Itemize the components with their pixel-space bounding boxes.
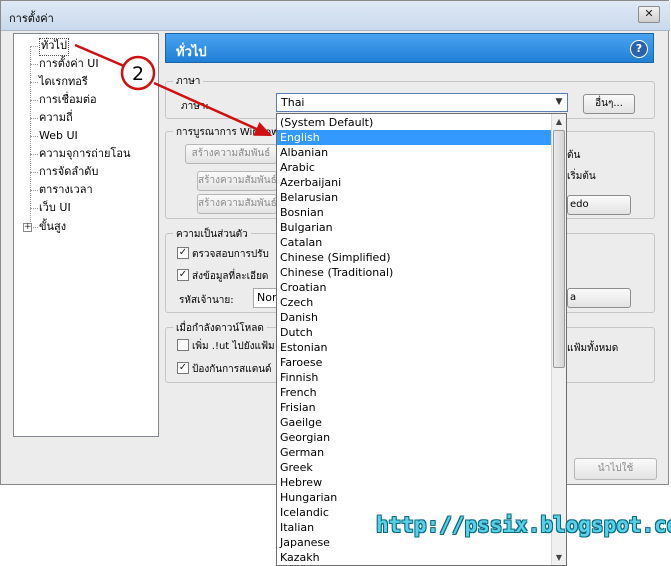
language-option[interactable]: Japanese — [277, 535, 552, 550]
associate-button-1[interactable]: สร้างความสัมพันธ์ — [185, 144, 277, 164]
download-group-title: เมื่อกำลังดาวน์โหลด — [173, 321, 267, 336]
scroll-up-icon[interactable]: ▲ — [552, 114, 566, 129]
tree-connector — [30, 46, 31, 228]
tree-item-ui-settings[interactable]: การตั้งค่า UI — [39, 56, 99, 72]
send-details-label: ส่งข้อมูลที่ละเอียด — [192, 271, 269, 282]
section-title: ทั่วไป — [176, 45, 207, 60]
language-option[interactable]: Estonian — [277, 340, 552, 355]
tree-connector — [30, 100, 38, 101]
help-icon[interactable]: ? — [630, 40, 648, 58]
expand-icon[interactable]: + — [23, 223, 32, 232]
associate-button-2[interactable]: สร้างความสัมพันธ์ — [197, 171, 277, 191]
tree-connector — [30, 154, 38, 155]
window-title: การตั้งค่า — [9, 12, 54, 25]
language-option[interactable]: Frisian — [277, 400, 552, 415]
check-updates-label: ตรวจสอบการปรับ — [192, 249, 269, 260]
apply-button[interactable]: นำไปใช้ — [574, 458, 657, 480]
language-option[interactable]: Chinese (Simplified) — [277, 250, 552, 265]
language-option[interactable]: Croatian — [277, 280, 552, 295]
append-ut-label: เพิ่ม .!ut ไปยังแฟ้ม — [192, 341, 275, 352]
tree-item-scheduler[interactable]: ตารางเวลา — [39, 182, 93, 198]
language-option[interactable]: Chinese (Traditional) — [277, 265, 552, 280]
language-option[interactable]: Faroese — [277, 355, 552, 370]
language-option[interactable]: Bulgarian — [277, 220, 552, 235]
tree-item-general[interactable]: ทั่วไป — [39, 38, 69, 56]
tree-item-transfer-cap[interactable]: ความจุการถ่ายโอน — [39, 146, 130, 162]
chevron-down-icon[interactable]: ▼ — [551, 94, 567, 111]
watermark-url: http://pssix.blogspot.com — [376, 513, 671, 537]
language-option[interactable]: Belarusian — [277, 190, 552, 205]
language-option[interactable]: English — [277, 130, 552, 145]
all-files-text: แฟ้มทั้งหมด — [567, 343, 619, 354]
windows-integration-title: การบูรณาการ Windows — [173, 125, 288, 140]
tree-item-web-ui[interactable]: Web UI — [39, 128, 78, 144]
tree-connector — [30, 136, 38, 137]
tree-connector — [30, 82, 38, 83]
language-option[interactable]: Hebrew — [277, 475, 552, 490]
tree-connector — [30, 190, 38, 191]
language-option[interactable]: Greek — [277, 460, 552, 475]
check-updates-checkbox[interactable]: ✓ — [177, 247, 189, 259]
tree-item-connection[interactable]: การเชื่อมต่อ — [39, 92, 97, 108]
startup-text: ต้น — [567, 150, 581, 161]
language-option[interactable]: Czech — [277, 295, 552, 310]
language-option[interactable]: French — [277, 385, 552, 400]
title-bar: การตั้งค่า ✕ — [1, 1, 670, 31]
associate-button-3[interactable]: สร้างความสัมพันธ์ — [197, 194, 277, 214]
scroll-thumb[interactable] — [553, 130, 565, 368]
language-option[interactable]: Gaeilge — [277, 415, 552, 430]
more-languages-button[interactable]: อื่นๆ... — [583, 94, 635, 114]
language-label: ภาษา: — [181, 101, 209, 112]
prevent-standby-checkbox[interactable]: ✓ — [177, 362, 189, 374]
close-button[interactable]: ✕ — [638, 6, 660, 23]
language-option[interactable]: Azerbaijani — [277, 175, 552, 190]
tree-item-queueing[interactable]: การจัดลำดับ — [39, 164, 98, 180]
scroll-down-icon[interactable]: ▼ — [552, 550, 566, 565]
startup-minimized-text: เริ่มต้น — [567, 171, 596, 182]
language-option[interactable]: Finnish — [277, 370, 552, 385]
owner-id-label: รหัสเจ้านาย: — [179, 295, 234, 306]
privacy-group-title: ความเป็นส่วนตัว — [173, 227, 251, 242]
language-option[interactable]: Georgian — [277, 430, 552, 445]
language-option[interactable]: Hungarian — [277, 490, 552, 505]
language-dropdown-list[interactable]: (System Default) English Albanian Arabic Aze… — [276, 113, 567, 566]
tree-connector — [30, 64, 38, 65]
language-option[interactable]: Catalan — [277, 235, 552, 250]
prevent-standby-label: ป้องกันการสแตนด์ — [192, 364, 272, 375]
tree-item-web-ui-2[interactable]: เว็บ UI — [39, 200, 71, 216]
dropdown-scrollbar[interactable]: ▲ ▼ — [551, 114, 566, 565]
language-select-value: Thai — [281, 96, 305, 109]
language-option[interactable]: Kazakh — [277, 550, 552, 565]
language-option[interactable]: Arabic — [277, 160, 552, 175]
append-ut-checkbox[interactable] — [177, 339, 189, 351]
close-icon: ✕ — [644, 7, 654, 20]
send-details-checkbox[interactable]: ✓ — [177, 269, 189, 281]
settings-tree[interactable]: ทั่วไป การตั้งค่า UI ไดเรกทอรี การเชื่อม… — [13, 33, 159, 437]
language-option[interactable]: Danish — [277, 310, 552, 325]
language-option[interactable]: Dutch — [277, 325, 552, 340]
tree-item-bandwidth[interactable]: ความถี่ — [39, 110, 73, 126]
language-option[interactable]: German — [277, 445, 552, 460]
privacy-button[interactable]: a — [567, 288, 631, 308]
language-select[interactable]: Thai ▼ — [276, 93, 568, 112]
install-button[interactable]: edo — [567, 195, 631, 215]
tree-item-advanced[interactable]: ขั้นสูง — [39, 219, 66, 235]
tree-connector — [30, 208, 38, 209]
tree-connector — [30, 172, 38, 173]
section-header: ทั่วไป ? — [165, 33, 654, 63]
language-option[interactable]: Albanian — [277, 145, 552, 160]
language-option[interactable]: (System Default) — [277, 115, 552, 130]
tree-connector — [30, 118, 38, 119]
language-option[interactable]: Bosnian — [277, 205, 552, 220]
tree-connector — [30, 46, 38, 47]
tree-item-directories[interactable]: ไดเรกทอรี — [39, 74, 88, 90]
language-group-title: ภาษา — [173, 74, 204, 89]
